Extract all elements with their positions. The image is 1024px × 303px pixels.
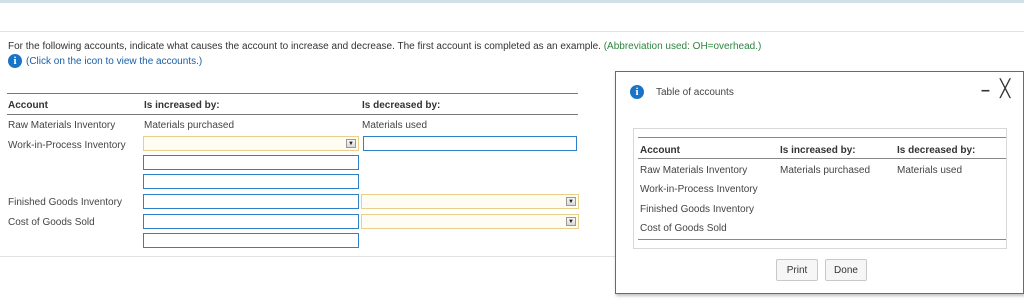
popup-title-row: i Table of accounts [630, 85, 734, 99]
popup-row-account-finished-goods: Finished Goods Inventory [640, 204, 754, 215]
popup-row-decreased-raw-materials: Materials used [897, 165, 963, 176]
cogs-decrease-dropdown[interactable]: ▼ [361, 214, 579, 229]
popup-table-top-rule [638, 137, 1006, 138]
popup-header-rule [638, 158, 1006, 159]
cogs-increase-input-2[interactable] [143, 233, 359, 248]
popup-row-increased-raw-materials: Materials purchased [780, 165, 871, 176]
wip-increase-input-3[interactable] [143, 174, 359, 189]
instructions: For the following accounts, indicate wha… [8, 41, 761, 52]
bottom-divider [0, 256, 615, 257]
table-top-rule [7, 93, 578, 94]
popup-header-increased: Is increased by: [780, 145, 856, 156]
info-icon: i [630, 85, 644, 99]
popup-row-account-raw-materials: Raw Materials Inventory [640, 165, 748, 176]
row-account-finished-goods: Finished Goods Inventory [8, 197, 122, 208]
wip-decrease-input[interactable] [363, 136, 577, 151]
header-decreased: Is decreased by: [362, 100, 441, 111]
popup-header-decreased: Is decreased by: [897, 145, 976, 156]
header-increased: Is increased by: [144, 100, 220, 111]
popup-table-bottom-rule [638, 239, 1006, 240]
chevron-down-icon[interactable]: ▼ [346, 139, 356, 148]
row-decreased-raw-materials: Materials used [362, 120, 428, 131]
cogs-increase-input[interactable] [143, 214, 359, 229]
abbreviation-note: (Abbreviation used: OH=overhead.) [603, 41, 762, 52]
hint-row: i (Click on the icon to view the account… [8, 54, 202, 68]
row-account-raw-materials: Raw Materials Inventory [8, 120, 116, 131]
header-account: Account [8, 100, 48, 111]
top-divider [0, 31, 1024, 32]
fg-decrease-dropdown[interactable]: ▼ [361, 194, 579, 209]
minimize-button[interactable]: – [981, 82, 990, 100]
header-rule [7, 114, 578, 115]
row-account-wip: Work-in-Process Inventory [8, 140, 126, 151]
info-icon[interactable]: i [8, 54, 22, 68]
popup-row-account-cogs: Cost of Goods Sold [640, 223, 727, 234]
popup-title: Table of accounts [656, 86, 734, 98]
instructions-text: For the following accounts, indicate wha… [8, 41, 601, 52]
popup-table: Account Is increased by: Is decreased by… [633, 128, 1007, 249]
popup-header-account: Account [640, 145, 680, 156]
wip-increase-input-2[interactable] [143, 155, 359, 170]
close-button[interactable]: ╳ [1000, 79, 1010, 99]
popup-row-account-wip: Work-in-Process Inventory [640, 184, 758, 195]
print-button[interactable]: Print [776, 259, 818, 281]
top-accent-bar [0, 0, 1024, 3]
row-account-cogs: Cost of Goods Sold [8, 217, 95, 228]
hint-text: (Click on the icon to view the accounts.… [26, 55, 203, 67]
chevron-down-icon[interactable]: ▼ [566, 197, 576, 206]
row-increased-raw-materials: Materials purchased [144, 120, 235, 131]
done-button[interactable]: Done [825, 259, 867, 281]
wip-increase-dropdown[interactable]: ▼ [143, 136, 359, 151]
chevron-down-icon[interactable]: ▼ [566, 217, 576, 226]
accounts-popup: i Table of accounts – ╳ Account Is incre… [615, 71, 1024, 294]
fg-increase-input[interactable] [143, 194, 359, 209]
